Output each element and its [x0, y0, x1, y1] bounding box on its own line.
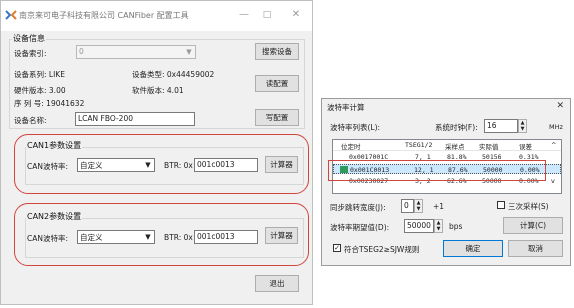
dialog-title: 波特率计算: [327, 103, 365, 112]
system-clock-field[interactable]: 16: [484, 119, 518, 133]
chevron-down-icon: ▼: [186, 48, 192, 56]
device-info-title: 设备信息: [12, 33, 46, 44]
tseg-sjw-rule-label: 符合TSEG2≥SJW规则: [344, 245, 420, 254]
arrow-down-icon: ▼: [416, 206, 421, 212]
sjw-label: 同步跳转宽度(J):: [330, 203, 386, 212]
sjw-spinner[interactable]: ▲ ▼: [414, 199, 423, 213]
calculate-button[interactable]: 计算(C): [503, 217, 563, 234]
sjw-field[interactable]: 0: [401, 199, 414, 213]
col-header-sample-point: 采样点: [445, 143, 465, 151]
highlight-box-selected-row: [328, 160, 546, 181]
triple-sample-checkbox[interactable]: [497, 201, 505, 209]
cancel-button[interactable]: 取消: [508, 240, 563, 257]
triple-sample-label: 三次采样(S): [508, 202, 549, 211]
highlight-oval-can1: [14, 134, 309, 194]
tseg-sjw-rule-checkbox[interactable]: ✓: [333, 244, 341, 252]
clock-spinner[interactable]: ▲ ▼: [518, 119, 527, 133]
ok-button[interactable]: 确定: [443, 240, 503, 257]
device-name-label: 设备名称:: [14, 116, 47, 125]
device-index-value: 0: [79, 47, 84, 56]
app-logo-icon: [5, 10, 17, 20]
title-bar: 南京来可电子科技有限公司 CANFiber 配置工具 — □ ✕: [1, 1, 312, 31]
read-config-button[interactable]: 读配置: [255, 75, 299, 92]
expected-baud-unit: bps: [449, 222, 463, 231]
scroll-down-icon[interactable]: v: [551, 177, 555, 185]
device-index-label: 设备索引:: [14, 49, 47, 58]
exit-button[interactable]: 退出: [255, 275, 299, 292]
device-type-label: 设备类型: 0x44459002: [132, 70, 215, 79]
device-series-label: 设备系列: LIKE: [14, 70, 65, 79]
highlight-oval-can2: [14, 203, 309, 266]
maximize-button[interactable]: □: [258, 7, 276, 23]
expected-baud-spinner[interactable]: ▲ ▼: [434, 219, 443, 233]
software-version-label: 软件版本: 4.01: [132, 86, 184, 95]
arrow-down-icon: ▼: [520, 126, 525, 132]
expected-baud-field[interactable]: 50000: [404, 219, 434, 233]
search-device-button[interactable]: 搜索设备: [255, 43, 299, 60]
list-header: 位定时 TSEG1/2 采样点 实际值 误差 ^: [333, 140, 561, 151]
system-clock-label: 系统时钟(F):: [435, 123, 478, 132]
close-button[interactable]: ✕: [287, 7, 305, 23]
hardware-version-label: 硬件版本: 3.00: [14, 86, 66, 95]
baud-list-label: 波特率列表(L):: [330, 123, 381, 132]
scroll-up-icon[interactable]: ^: [551, 141, 556, 149]
window-title: 南京来可电子科技有限公司 CANFiber 配置工具: [19, 11, 189, 20]
device-index-select[interactable]: 0 ▼: [76, 45, 196, 59]
close-icon[interactable]: ✕: [556, 101, 564, 111]
sjw-suffix: +1: [433, 202, 445, 211]
expected-baud-label: 波特率期望值(D):: [330, 223, 390, 232]
col-header-tseg: TSEG1/2: [405, 141, 433, 149]
baud-calculator-dialog: 波特率计算 ✕ 波特率列表(L): 系统时钟(F): 16 ▲ ▼ MHz 位定时…: [321, 98, 571, 266]
device-name-field[interactable]: LCAN FBO-200: [75, 112, 195, 126]
arrow-down-icon: ▼: [436, 226, 441, 232]
col-header-error: 误差: [519, 143, 532, 151]
col-header-actual: 实际值: [479, 143, 499, 151]
minimize-button[interactable]: —: [235, 7, 253, 23]
serial-number-label: 序 列 号: 19041632: [14, 99, 85, 108]
clock-unit: MHz: [549, 123, 563, 131]
write-config-button[interactable]: 写配置: [255, 109, 299, 126]
col-header-bit-timing: 位定时: [341, 143, 361, 151]
